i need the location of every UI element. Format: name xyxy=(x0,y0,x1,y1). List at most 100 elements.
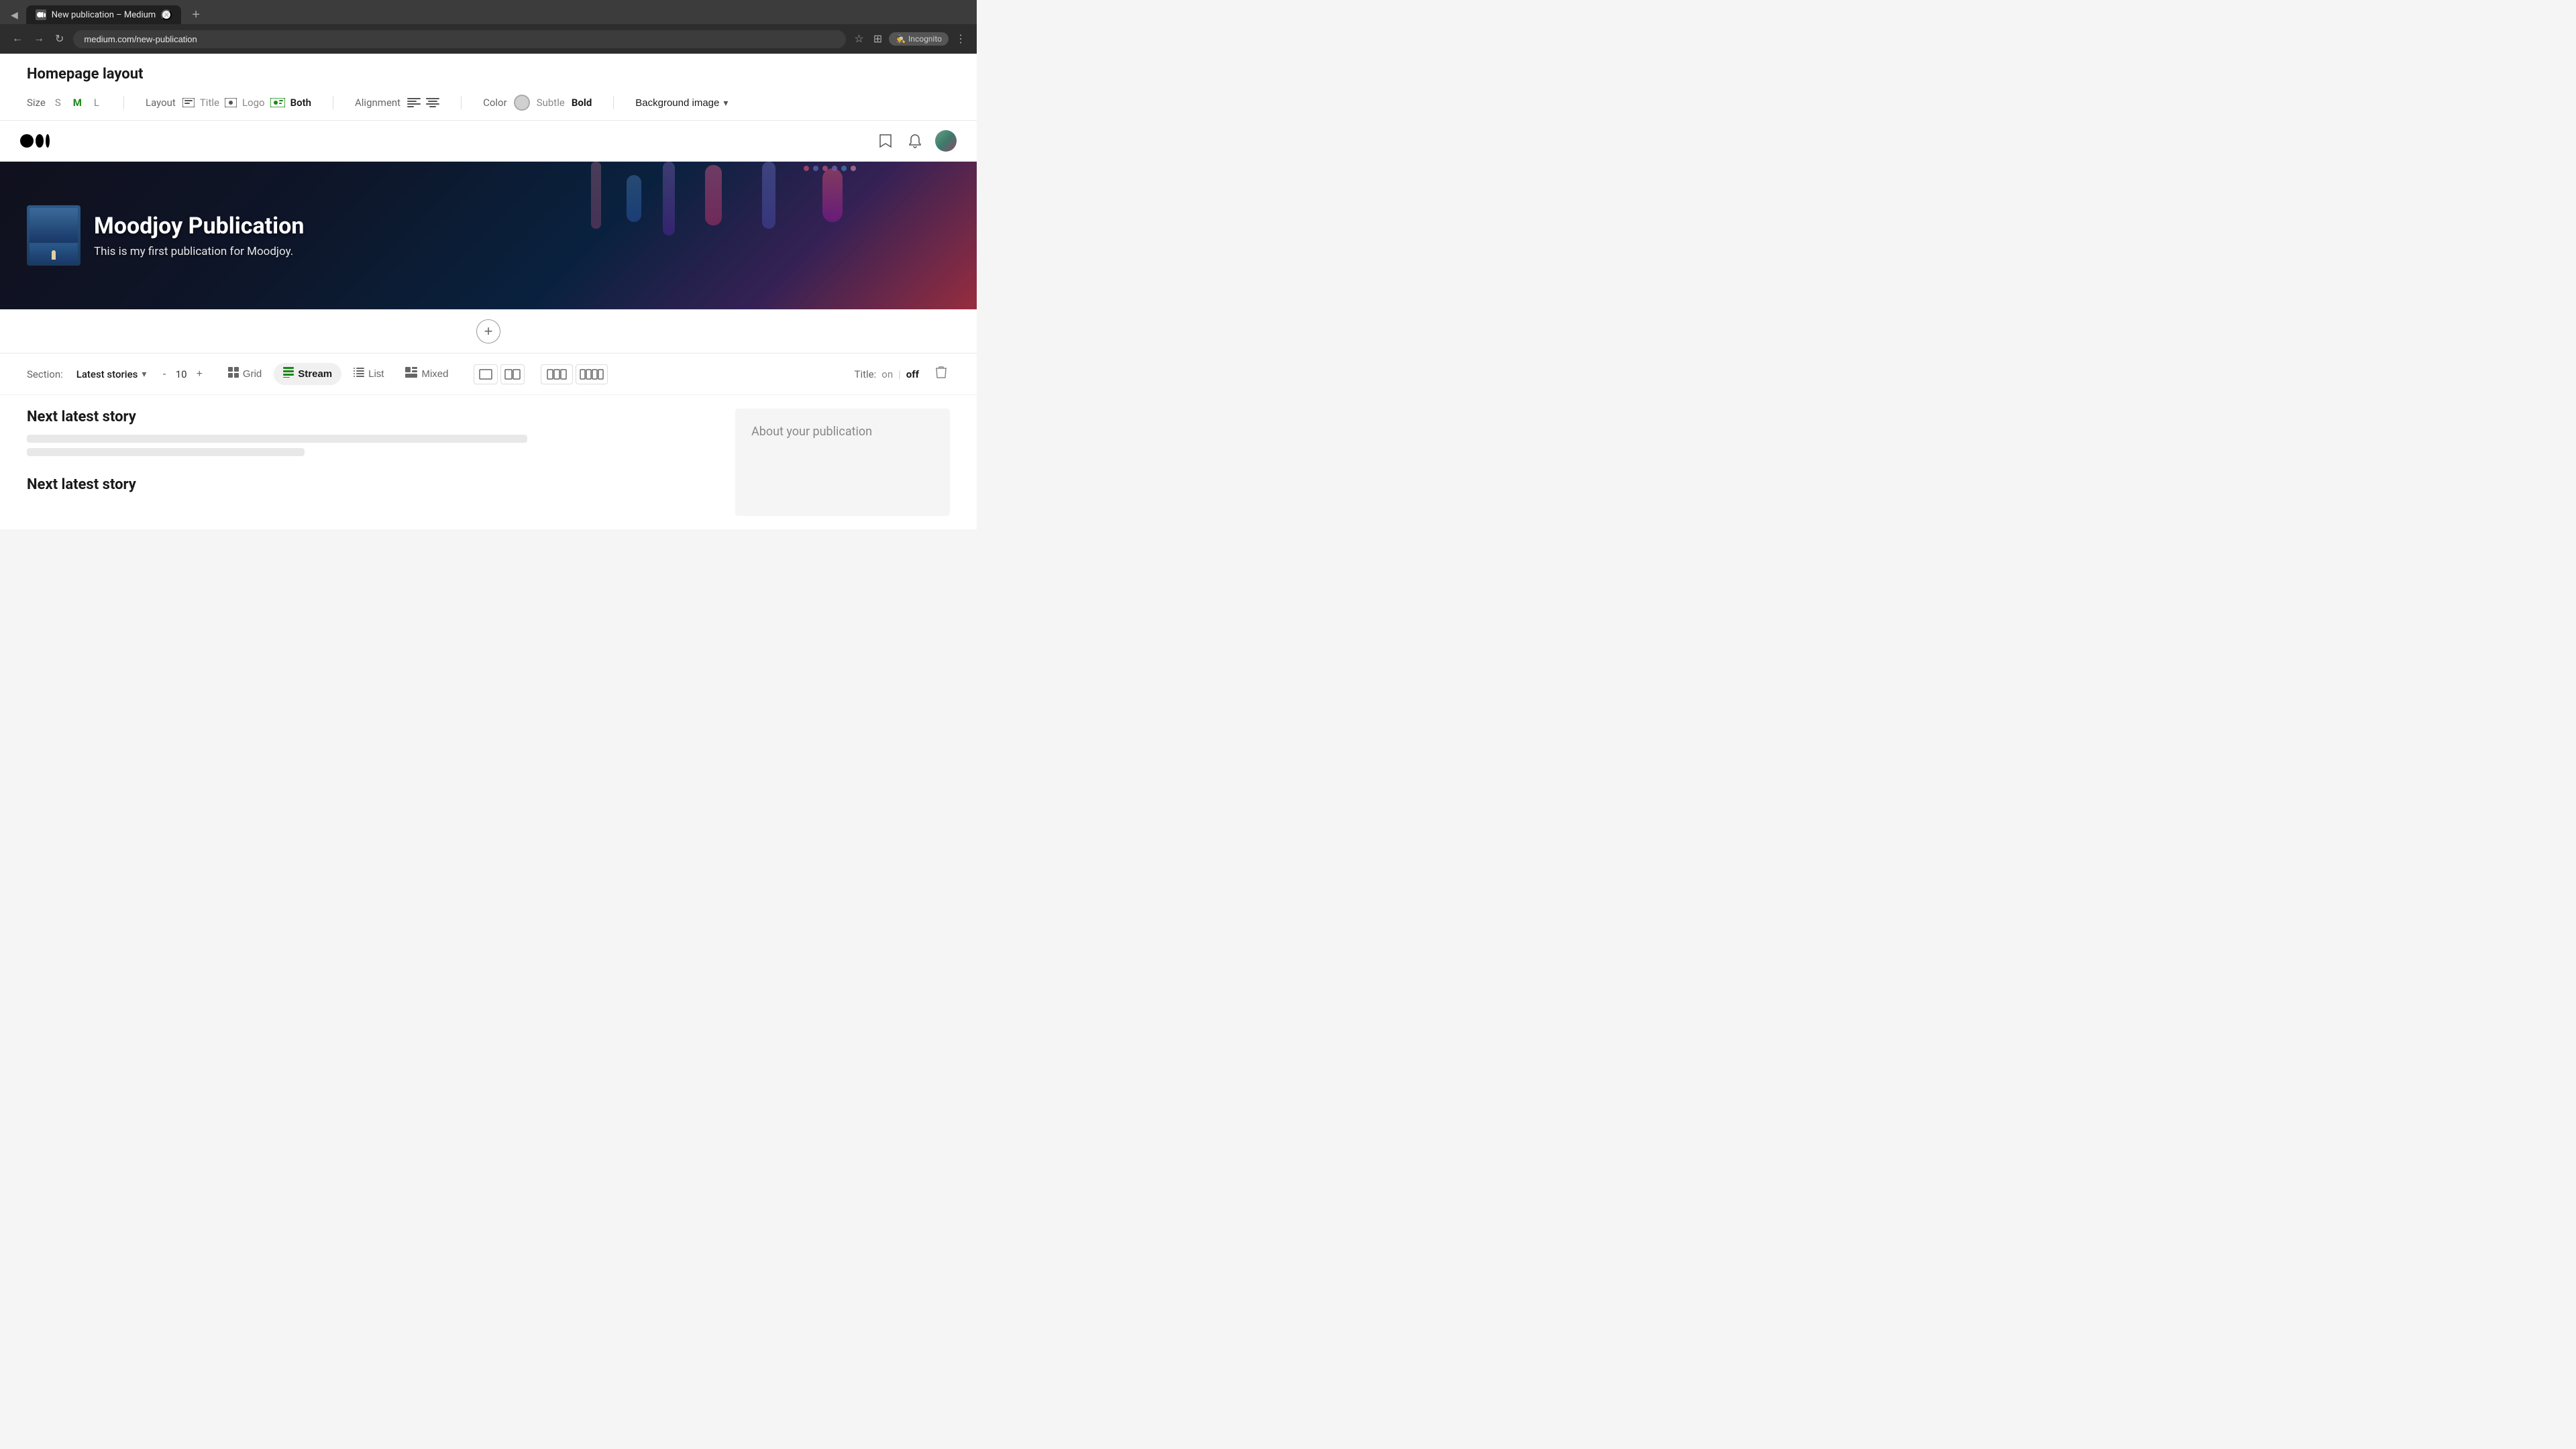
section-select[interactable]: Latest stories ▾ xyxy=(76,368,147,380)
notification-icon[interactable] xyxy=(906,131,924,150)
layout-both-label[interactable]: Both xyxy=(290,97,311,109)
layout-toggles xyxy=(474,364,525,384)
view-mixed-label: Mixed xyxy=(421,368,448,380)
view-options: Grid Stream List Mixed xyxy=(219,363,458,385)
section-controls: Section: Latest stories ▾ - 10 + Grid St… xyxy=(0,354,977,395)
bookmark-nav-icon[interactable] xyxy=(876,131,895,150)
tab-nav-back[interactable]: ◀ xyxy=(8,7,21,23)
layout-section-title: Homepage layout xyxy=(27,66,950,83)
view-stream-button[interactable]: Stream xyxy=(274,363,341,385)
size-m[interactable]: M xyxy=(70,95,85,110)
story-card-1: Next latest story xyxy=(27,409,722,456)
divider-1 xyxy=(123,96,124,109)
layout-toggles-2 xyxy=(541,364,608,384)
count-value: 10 xyxy=(176,368,187,380)
new-tab-button[interactable]: + xyxy=(186,7,205,23)
section-label: Section: xyxy=(27,368,63,380)
tab-bar: ◀ New publication – Medium ✕ + xyxy=(0,0,977,24)
nav-icons xyxy=(876,130,957,152)
count-control: - 10 + xyxy=(160,368,205,380)
color-subtle[interactable]: Subtle xyxy=(537,97,565,109)
hero-banner: Moodjoy Publication This is my first pub… xyxy=(0,162,977,309)
story-1-title: Next latest story xyxy=(27,409,722,425)
layout-logo-icon[interactable] xyxy=(225,98,237,107)
view-stream-label: Stream xyxy=(298,368,332,380)
view-grid-button[interactable]: Grid xyxy=(219,363,271,385)
divider-3 xyxy=(461,96,462,109)
toolbar-controls: Size S M L Layout Title xyxy=(27,95,950,111)
size-options: S M L xyxy=(52,95,102,110)
address-bar[interactable] xyxy=(73,30,846,48)
medium-logo[interactable] xyxy=(20,132,50,150)
size-s[interactable]: S xyxy=(52,95,64,110)
title-control-label: Title: xyxy=(855,368,877,380)
user-avatar[interactable] xyxy=(935,130,957,152)
view-grid-label: Grid xyxy=(243,368,262,380)
add-section-button[interactable]: + xyxy=(476,319,500,343)
size-l[interactable]: L xyxy=(91,95,102,110)
count-increase-button[interactable]: + xyxy=(194,368,205,380)
browser-chrome: ◀ New publication – Medium ✕ + ← → ↻ ☆ ⊞ xyxy=(0,0,977,54)
title-divider: | xyxy=(898,368,901,380)
mixed-icon xyxy=(405,367,417,381)
view-mixed-button[interactable]: Mixed xyxy=(396,363,458,385)
tab-favicon xyxy=(36,9,46,20)
medium-nav xyxy=(0,121,977,162)
incognito-icon: 🕵 xyxy=(896,34,906,44)
view-list-button[interactable]: List xyxy=(344,363,393,385)
align-left-icon[interactable] xyxy=(407,98,421,107)
bookmark-button[interactable]: ☆ xyxy=(851,30,866,48)
sidebar-card: About your publication xyxy=(735,409,950,516)
alignment-icons xyxy=(407,98,439,107)
layout-label: Layout xyxy=(146,97,176,109)
content-area: Next latest story Next latest story Abou… xyxy=(0,395,977,529)
page-content: Homepage layout Size S M L Layout xyxy=(0,54,977,529)
toolbar-actions: ☆ ⊞ 🕵 Incognito ⋮ xyxy=(851,30,969,48)
sidebar-column: About your publication xyxy=(735,409,950,516)
browser-toolbar: ← → ↻ ☆ ⊞ 🕵 Incognito ⋮ xyxy=(0,24,977,54)
story-1-placeholder-1 xyxy=(27,435,527,443)
layout-single-column[interactable] xyxy=(474,364,498,384)
layout-button[interactable]: ⊞ xyxy=(871,30,885,48)
alignment-label: Alignment xyxy=(355,97,400,109)
color-picker[interactable] xyxy=(514,95,530,111)
tab-close-button[interactable]: ✕ xyxy=(161,9,172,20)
forward-button[interactable]: → xyxy=(30,30,48,48)
layout-icons: Title Logo Both xyxy=(182,97,311,109)
size-control: Size S M L xyxy=(27,95,102,110)
layout-logo-label[interactable]: Logo xyxy=(242,97,265,109)
layout-header: Homepage layout Size S M L Layout xyxy=(0,54,977,121)
section-chevron-icon: ▾ xyxy=(142,369,146,380)
layout-control: Layout Title Logo Both xyxy=(146,97,311,109)
reload-button[interactable]: ↻ xyxy=(51,30,68,48)
add-section-bar: + xyxy=(0,309,977,354)
hero-text: Moodjoy Publication This is my first pub… xyxy=(94,213,304,258)
alignment-control: Alignment xyxy=(355,97,439,109)
tab-title: New publication – Medium xyxy=(52,10,156,20)
color-label: Color xyxy=(483,97,507,109)
hero-publication-title: Moodjoy Publication xyxy=(94,213,304,239)
active-tab[interactable]: New publication – Medium ✕ xyxy=(26,5,181,24)
layout-title-label[interactable]: Title xyxy=(200,97,219,109)
incognito-badge: 🕵 Incognito xyxy=(889,32,949,46)
delete-section-button[interactable] xyxy=(932,363,950,385)
layout-three-column[interactable] xyxy=(541,364,573,384)
chevron-down-icon: ▾ xyxy=(723,97,728,109)
layout-title-icon[interactable] xyxy=(182,98,195,107)
menu-button[interactable]: ⋮ xyxy=(953,30,969,48)
align-center-icon[interactable] xyxy=(426,98,439,107)
color-bold[interactable]: Bold xyxy=(572,97,592,109)
title-on-option[interactable]: on xyxy=(881,368,893,380)
back-button[interactable]: ← xyxy=(8,30,27,48)
layout-both-icon[interactable] xyxy=(270,98,285,107)
size-label: Size xyxy=(27,97,46,109)
layout-two-column[interactable] xyxy=(500,364,525,384)
layout-four-column[interactable] xyxy=(576,364,608,384)
grid-icon xyxy=(228,367,239,381)
stories-column: Next latest story Next latest story xyxy=(27,409,722,516)
title-off-option[interactable]: off xyxy=(906,368,919,380)
story-1-placeholder-2 xyxy=(27,448,305,456)
count-decrease-button[interactable]: - xyxy=(160,368,168,380)
background-image-button[interactable]: Background image ▾ xyxy=(635,97,728,109)
story-card-2: Next latest story xyxy=(27,476,722,493)
